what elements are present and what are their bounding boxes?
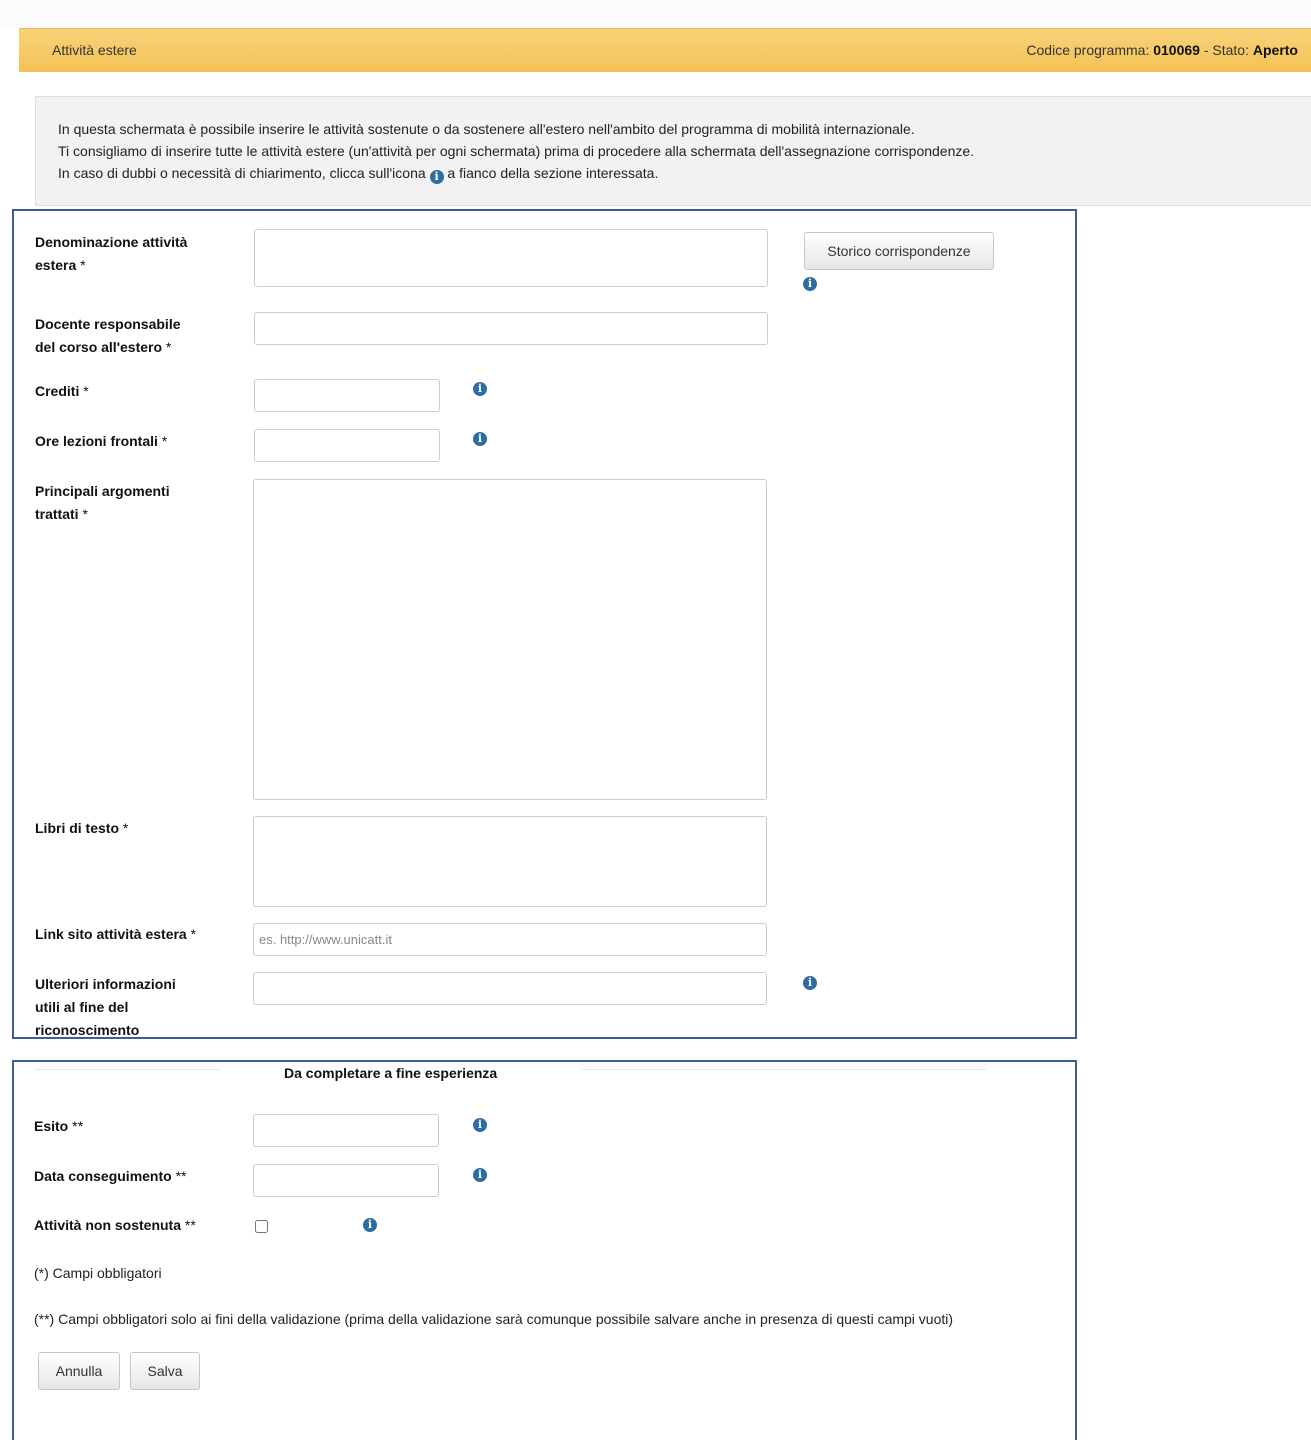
storico-corrispondenze-button[interactable]: Storico corrispondenze: [804, 232, 994, 270]
info-icon[interactable]: i: [473, 432, 487, 446]
ulteriori-label: Ulteriori informazioni utili al fine del…: [35, 976, 176, 1038]
argomenti-label: Principali argomenti trattati *: [35, 483, 170, 522]
section-divider: [582, 1069, 986, 1070]
non-sostenuta-label: Attività non sostenuta **: [34, 1217, 196, 1233]
argomenti-field[interactable]: [253, 479, 767, 800]
info-icon[interactable]: i: [803, 277, 817, 291]
docente-field[interactable]: [254, 312, 768, 345]
libri-field[interactable]: [253, 816, 767, 907]
data-conseguimento-label: Data conseguimento **: [34, 1168, 187, 1184]
salva-button[interactable]: Salva: [130, 1352, 200, 1390]
ore-label: Ore lezioni frontali *: [35, 433, 168, 449]
link-label: Link sito attività estera *: [35, 926, 197, 942]
section-divider: [34, 1069, 220, 1070]
annulla-button[interactable]: Annulla: [38, 1352, 120, 1390]
link-field[interactable]: [253, 923, 767, 956]
completion-panel: Da completare a fine esperienza Esito **…: [12, 1060, 1077, 1440]
program-code: 010069: [1153, 42, 1200, 58]
non-sostenuta-checkbox[interactable]: [255, 1220, 268, 1233]
instructions-line-3: In caso di dubbi o necessità di chiarime…: [58, 165, 659, 184]
libri-label: Libri di testo *: [35, 820, 129, 836]
esito-label: Esito **: [34, 1118, 84, 1134]
required-note: (*) Campi obbligatori: [34, 1265, 162, 1281]
ulteriori-field[interactable]: [253, 972, 767, 1005]
instructions-box: In questa schermata è possibile inserire…: [35, 96, 1311, 206]
validation-note: (**) Campi obbligatori solo ai fini dell…: [34, 1311, 954, 1327]
info-icon[interactable]: i: [803, 976, 817, 990]
page-header: Attività estere Codice programma: 010069…: [19, 28, 1311, 72]
crediti-label: Crediti *: [35, 383, 89, 399]
instructions-line-2: Ti consigliamo di inserire tutte le atti…: [58, 143, 975, 159]
status-value: Aperto: [1252, 42, 1298, 58]
denominazione-label: Denominazione attività estera *: [35, 234, 188, 273]
esito-field[interactable]: [253, 1114, 439, 1147]
top-strip: [0, 0, 1311, 28]
docente-label: Docente responsabile del corso all'ester…: [35, 316, 181, 355]
program-status: Codice programma: 010069 - Stato: Aperto: [1026, 42, 1298, 58]
page-title: Attività estere: [52, 42, 137, 58]
info-icon[interactable]: i: [363, 1218, 377, 1232]
crediti-field[interactable]: [254, 379, 440, 412]
denominazione-field[interactable]: [254, 229, 768, 287]
info-icon[interactable]: i: [473, 1118, 487, 1132]
info-icon[interactable]: i: [473, 382, 487, 396]
data-conseguimento-field[interactable]: [253, 1164, 439, 1197]
info-icon: i: [429, 170, 444, 184]
activity-form-panel: Denominazione attività estera * Storico …: [12, 209, 1077, 1039]
section-title: Da completare a fine esperienza: [284, 1065, 498, 1081]
instructions-line-1: In questa schermata è possibile inserire…: [58, 121, 915, 137]
info-icon[interactable]: i: [473, 1168, 487, 1182]
ore-field[interactable]: [254, 429, 440, 462]
